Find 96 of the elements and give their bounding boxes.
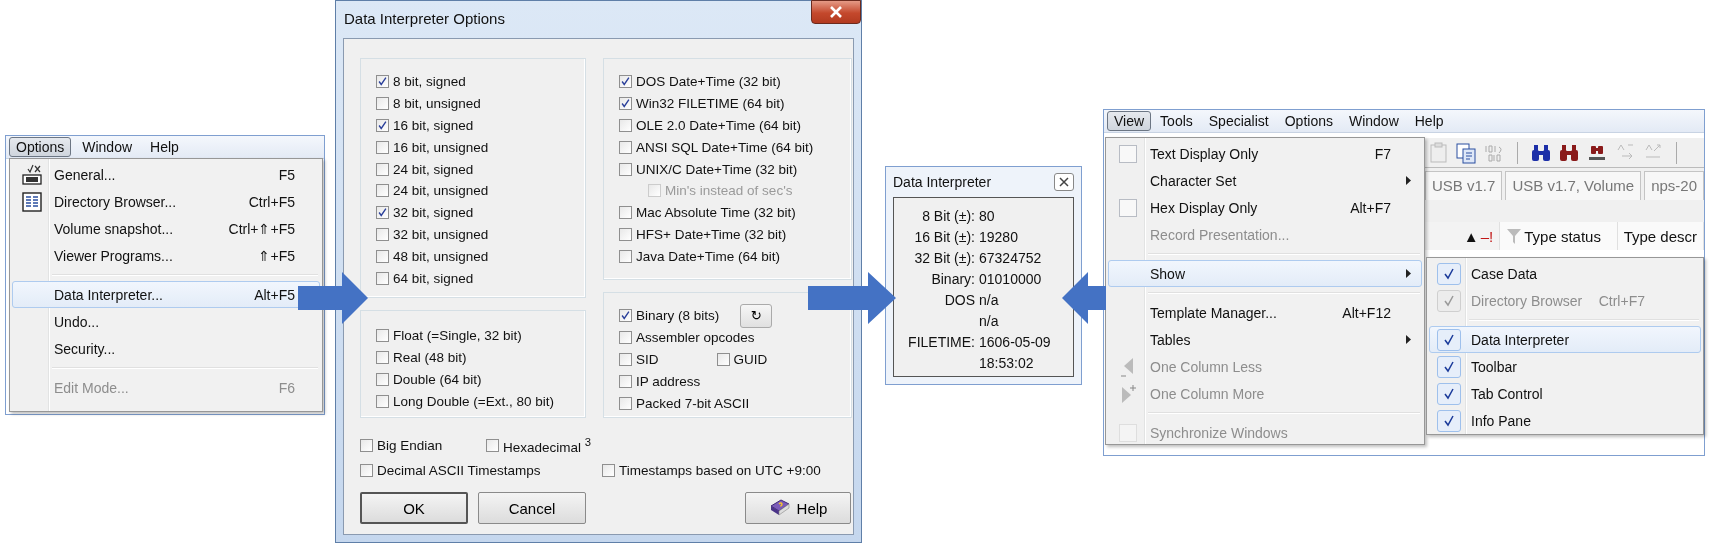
value-label: DOS [944, 291, 975, 308]
help-button[interactable]: Help [745, 492, 851, 524]
checkbox-label: UNIX/C Date+Time (32 bit) [636, 161, 798, 177]
checkbox-label: 32 bit, signed [393, 205, 474, 221]
checkbox-label: Min's instead of sec's [665, 183, 793, 199]
menu-item[interactable]: Toolbar [1429, 353, 1701, 380]
checkbox-label: Binary (8 bits) [636, 308, 720, 324]
checkbox-label: ANSI SQL Date+Time (64 bit) [636, 139, 814, 155]
shortcut-label: F7 [1374, 145, 1392, 162]
value-label: Binary: [931, 270, 975, 287]
shortcut-label: Alt+F5 [254, 286, 296, 303]
checkbox-label: 32 bit, unsigned [393, 226, 489, 242]
menu-bar-item[interactable]: Options [1277, 111, 1340, 131]
checkbox-label: 64 bit, signed [393, 270, 474, 286]
menu-bar-item[interactable]: Help [1407, 111, 1451, 131]
checkbox-label: 24 bit, signed [393, 161, 474, 177]
menu-item[interactable]: Data Interpreter... Alt+F5 [12, 281, 320, 308]
menu-item[interactable]: Undo... [12, 308, 320, 335]
checkbox-label: 24 bit, unsigned [393, 183, 489, 199]
checkbox-label: Float (=Single, 32 bit) [393, 328, 522, 344]
column-header[interactable]: Type descr [1617, 222, 1704, 250]
column-header[interactable]: Type status [1500, 222, 1618, 250]
menu-bar-item[interactable]: Window [75, 137, 140, 157]
checkbox-label: Decimal ASCII Timestamps [377, 462, 541, 478]
menu-item[interactable]: Text Display Only F7 [1108, 140, 1422, 167]
value-text: 18:53:02 [978, 354, 1034, 371]
tab[interactable]: USB v1.7 [1425, 171, 1503, 200]
menu-item[interactable]: General... F5 [12, 161, 320, 188]
checkbox-label: Real (48 bit) [393, 350, 467, 366]
menu-item[interactable]: Hex Display Only Alt+F7 [1108, 194, 1422, 221]
value-text: 19280 [978, 228, 1018, 245]
checkbox-label: HFS+ Date+Time (32 bit) [636, 226, 787, 242]
menu-item[interactable]: Volume snapshot... Ctrl+⇑+F5 [12, 215, 320, 242]
value-label: FILETIME: [908, 333, 975, 350]
menu-bar-item[interactable]: View [1107, 111, 1152, 131]
shortcut-label: Ctrl+⇑+F5 [228, 220, 296, 237]
menu-item[interactable]: Security... [12, 335, 320, 362]
checkbox-label: Mac Absolute Time (32 bit) [636, 205, 796, 221]
menu-bar-item[interactable]: Specialist [1201, 111, 1276, 131]
shortcut-label: F6 [278, 379, 296, 396]
value-text: 1606-05-09 [978, 333, 1051, 350]
value-text: n/a [978, 291, 999, 308]
window-title: Data Interpreter [893, 174, 992, 190]
checkbox-label: 8 bit, unsigned [393, 96, 481, 112]
checkbox-label: Long Double (=Ext., 80 bit) [393, 393, 554, 409]
checkbox-label: SID [636, 352, 659, 367]
window-title: Data Interpreter Options [343, 9, 505, 27]
checkbox-label: Java Date+Time (64 bit) [636, 248, 780, 264]
checkbox-label: Packed 7-bit ASCII [636, 395, 750, 411]
menu-bar-item[interactable]: Window [1341, 111, 1406, 131]
value-text: n/a [978, 312, 999, 329]
shortcut-label: Ctrl+F5 [248, 193, 296, 210]
menu-item[interactable]: Case Data [1429, 260, 1701, 287]
cancel-button[interactable]: Cancel [478, 492, 586, 524]
menu-item[interactable]: Data Interpreter [1429, 326, 1701, 353]
tab[interactable]: nps-20 [1644, 171, 1704, 200]
shortcut-label: Alt+F7 [1350, 199, 1392, 216]
checkbox-label: Big Endian [377, 437, 443, 453]
shortcut-label: F5 [278, 166, 296, 183]
value-label: 8 Bit (±): [922, 207, 975, 224]
ok-button[interactable]: OK [360, 492, 468, 524]
value-label: 16 Bit (±): [914, 228, 975, 245]
menu-item[interactable]: Show [1108, 260, 1422, 287]
value-text: 01010000 [978, 270, 1042, 287]
menu-item[interactable]: Character Set [1108, 167, 1422, 194]
checkbox-label: OLE 2.0 Date+Time (64 bit) [636, 118, 801, 133]
checkbox-label: 16 bit, unsigned [393, 139, 489, 155]
menu-bar-item[interactable]: Options [9, 137, 72, 157]
flag-label: –! [1480, 227, 1494, 245]
menu-item[interactable]: Template Manager... Alt+F12 [1108, 299, 1422, 326]
checkbox-label: IP address [636, 373, 701, 389]
menu-item[interactable]: Tables [1108, 326, 1422, 353]
checkbox-label: Assembler opcodes [636, 330, 755, 346]
checkbox-label: 48 bit, unsigned [393, 248, 489, 264]
shortcut-label: ⇑+F5 [258, 247, 296, 264]
shortcut-label: Alt+F12 [1342, 304, 1392, 321]
checkbox-label: GUID [733, 352, 768, 367]
value-text: 80 [978, 207, 995, 224]
refresh-button[interactable]: ↻ [740, 303, 773, 328]
checkbox-label: 16 bit, signed [393, 118, 474, 133]
tab[interactable]: USB v1.7, Volume [1505, 171, 1642, 200]
menu-bar-item[interactable]: Tools [1153, 111, 1200, 131]
checkbox-label: Double (64 bit) [393, 372, 482, 387]
shortcut-label: Ctrl+F7 [1598, 292, 1646, 309]
menu-item[interactable]: Directory Browser... Ctrl+F5 [12, 188, 320, 215]
value-label: 32 Bit (±): [914, 249, 975, 266]
menu-item[interactable]: Tab Control [1429, 380, 1701, 407]
menu-bar-item[interactable]: Help [143, 137, 186, 157]
checkbox-label: Timestamps based on UTC +9:00 [619, 462, 821, 478]
checkbox-label: DOS Date+Time (32 bit) [636, 74, 781, 90]
checkbox-label: Win32 FILETIME (64 bit) [636, 96, 785, 112]
checkbox-label: Hexadecimal $^{3}$ [503, 435, 592, 455]
menu-item[interactable]: Viewer Programs... ⇑+F5 [12, 242, 320, 269]
checkbox-label: 8 bit, signed [393, 74, 466, 90]
value-text: 67324752 [978, 249, 1042, 266]
menu-item[interactable]: Info Pane [1429, 407, 1701, 434]
